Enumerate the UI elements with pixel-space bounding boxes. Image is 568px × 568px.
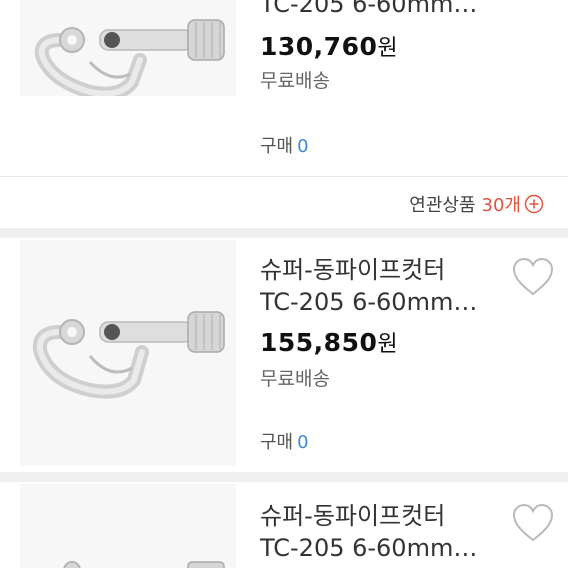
heart-outline-icon[interactable] bbox=[510, 502, 556, 544]
product-card-2[interactable]: 슈퍼-동파이프컷터 TC-205 6-60mm… 155,850원 무료배송 구… bbox=[0, 238, 568, 472]
section-divider bbox=[0, 472, 568, 482]
product-title-line2[interactable]: TC-205 6-60mm… bbox=[260, 286, 505, 319]
product-title-line1[interactable]: 슈퍼-동파이프컷터 bbox=[260, 500, 505, 533]
purchase-count: 구매 0 bbox=[260, 132, 309, 158]
product-title-line2[interactable]: TC-205 6-60mm… bbox=[260, 0, 505, 21]
price-currency: 원 bbox=[377, 332, 399, 357]
purchase-count-value: 0 bbox=[297, 136, 309, 157]
related-products-link[interactable]: 연관상품 30개 bbox=[409, 191, 544, 217]
product-card-1[interactable]: TC-205 6-60mm… 130,760원 무료배송 구매 0 bbox=[0, 0, 568, 176]
shipping-label: 무료배송 bbox=[260, 70, 330, 92]
pipe-cutter-image bbox=[34, 19, 225, 96]
product-thumbnail[interactable] bbox=[20, 240, 236, 466]
related-label: 연관상품 bbox=[409, 195, 476, 216]
purchase-label: 구매 bbox=[260, 136, 294, 157]
purchase-count-value: 0 bbox=[297, 432, 309, 453]
product-title-line1[interactable]: 슈퍼-동파이프컷터 bbox=[260, 254, 505, 287]
purchase-count: 구매 0 bbox=[260, 428, 309, 454]
product-price: 155,850원 bbox=[260, 326, 398, 358]
pipe-cutter-image bbox=[63, 561, 225, 568]
related-products-bar: 연관상품 30개 bbox=[0, 176, 568, 229]
shipping-label: 무료배송 bbox=[260, 368, 330, 390]
price-currency: 원 bbox=[377, 36, 399, 61]
plus-circle-icon[interactable] bbox=[524, 194, 544, 214]
heart-outline-icon[interactable] bbox=[510, 256, 556, 298]
product-title-line2[interactable]: TC-205 6-60mm… bbox=[260, 532, 505, 565]
related-count: 30개 bbox=[481, 195, 521, 216]
product-card-3[interactable]: 슈퍼-동파이프컷터 TC-205 6-60mm… bbox=[0, 482, 568, 568]
price-value: 130,760 bbox=[260, 32, 378, 61]
product-thumbnail[interactable] bbox=[20, 484, 236, 568]
product-thumbnail[interactable] bbox=[20, 0, 236, 96]
product-price: 130,760원 bbox=[260, 30, 398, 62]
section-divider bbox=[0, 228, 568, 238]
price-value: 155,850 bbox=[260, 328, 378, 357]
pipe-cutter-image bbox=[32, 311, 225, 399]
purchase-label: 구매 bbox=[260, 432, 294, 453]
